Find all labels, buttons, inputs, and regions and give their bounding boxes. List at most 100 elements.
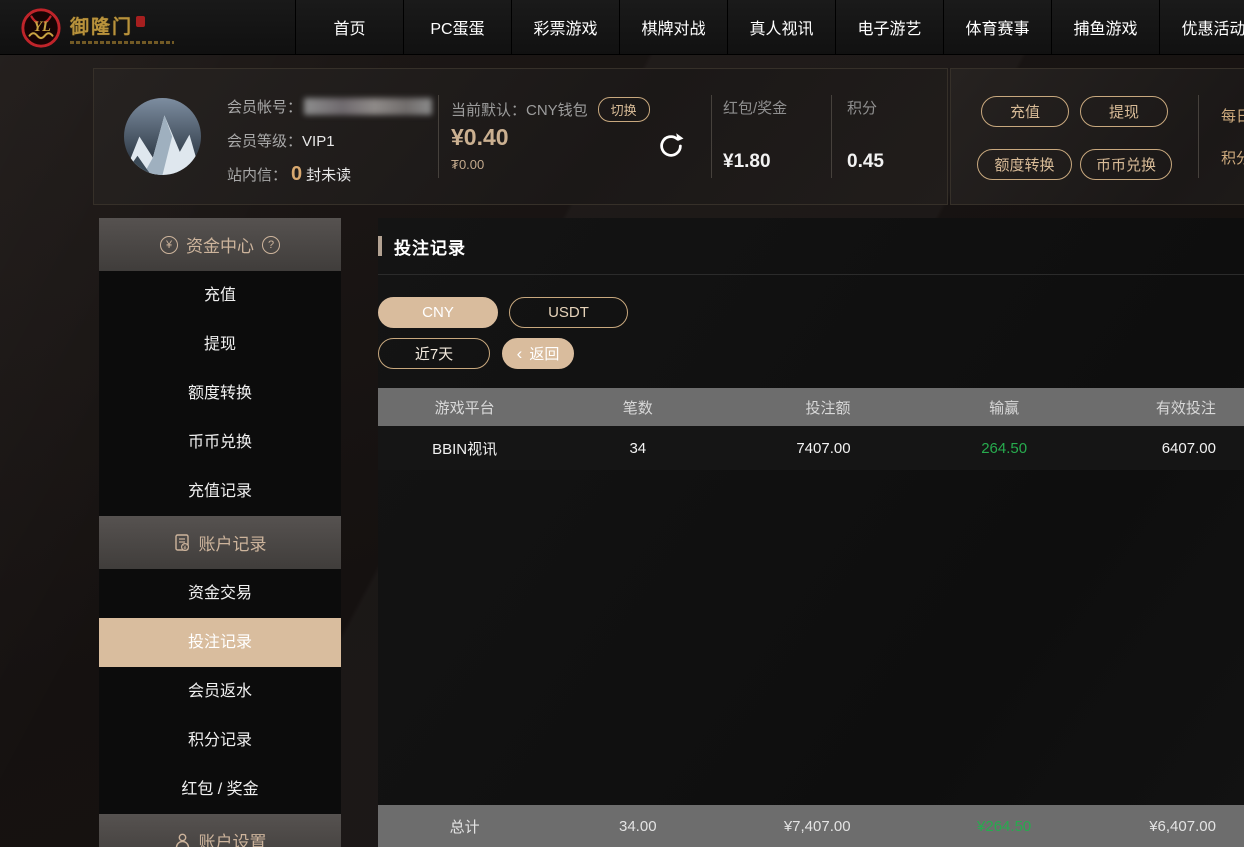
cell-platform: BBIN视讯	[378, 426, 551, 470]
back-button-label: 返回	[529, 343, 559, 364]
cell-win-loss: 264.50	[898, 426, 1071, 470]
level-line: 会员等级：VIP1	[227, 130, 335, 151]
page-root: YL 御隆门 首页 PC蛋蛋 彩票游戏 棋牌对战 真人视讯 电子游艺 体育赛事 …	[0, 0, 1244, 847]
cell-count: 34	[551, 426, 724, 470]
account-value-blurred	[304, 98, 432, 115]
ledger-icon: ¥	[174, 534, 191, 552]
nav-item-slots[interactable]: 电子游艺	[835, 0, 943, 54]
points-value: 0.45	[847, 151, 884, 173]
nav-item-sports[interactable]: 体育赛事	[943, 0, 1051, 54]
page-title: 投注记录	[394, 234, 466, 259]
nav-menu: 首页 PC蛋蛋 彩票游戏 棋牌对战 真人视讯 电子游艺 体育赛事 捕鱼游戏 优惠…	[295, 0, 1244, 54]
help-icon[interactable]: ?	[262, 236, 280, 254]
col-win-loss: 输赢	[898, 388, 1071, 426]
sidebar-item-deposit[interactable]: 充值	[99, 271, 341, 320]
yuan-circle-icon: ¥	[160, 236, 178, 254]
table-row[interactable]: BBIN视讯 34 7407.00 264.50 6407.00	[378, 426, 1244, 470]
cell-bet-amount: 7407.00	[724, 426, 897, 470]
top-navigation: YL 御隆门 首页 PC蛋蛋 彩票游戏 棋牌对战 真人视讯 电子游艺 体育赛事 …	[0, 0, 1244, 55]
user-icon	[174, 832, 191, 847]
account-label: 会员帐号：	[227, 99, 302, 116]
sidebar-item-points-records[interactable]: 积分记录	[99, 716, 341, 765]
level-label: 会员等级：	[227, 133, 302, 150]
nav-item-promotions[interactable]: 优惠活动	[1159, 0, 1244, 54]
col-bet-amount: 投注额	[724, 388, 897, 426]
filter-7days-button[interactable]: 近7天	[378, 338, 490, 369]
sidebar-item-bonus[interactable]: 红包 / 奖金	[99, 765, 341, 814]
points-label: 积分	[847, 97, 877, 118]
divider	[831, 95, 832, 178]
points-text: 积分	[1221, 147, 1244, 168]
refresh-icon	[656, 131, 686, 161]
divider	[438, 95, 439, 178]
sidebar-section-settings[interactable]: 账户设置	[99, 814, 341, 847]
sidebar-section-settings-title: 账户设置	[199, 828, 267, 847]
divider	[711, 95, 712, 178]
inbox-line[interactable]: 站内信：0封未读	[227, 163, 351, 186]
chevron-left-icon: ‹	[517, 345, 523, 362]
exchange-button[interactable]: 币币兑换	[1080, 149, 1172, 180]
bonus-label: 红包/奖金	[723, 97, 787, 118]
member-info-panel: 会员帐号： 会员等级：VIP1 站内信：0封未读 当前默认：CNY钱包 切换 ¥…	[93, 68, 948, 205]
col-count: 笔数	[551, 388, 724, 426]
sidebar-item-transfer[interactable]: 额度转换	[99, 369, 341, 418]
cell-valid-bet: 6407.00	[1071, 426, 1244, 470]
nav-item-lottery[interactable]: 彩票游戏	[511, 0, 619, 54]
summary-win-loss: ¥264.50	[898, 805, 1071, 847]
logo-title: 御隆门	[70, 12, 133, 39]
wallet-switch-button[interactable]: 切换	[598, 97, 650, 122]
avatar-mountain-image	[124, 98, 201, 175]
page-title-row: 投注记录	[378, 218, 1244, 275]
inbox-label: 站内信：	[227, 167, 287, 184]
sidebar-item-deposit-records[interactable]: 充值记录	[99, 467, 341, 516]
sidebar: ¥ 资金中心 ? 充值 提现 额度转换 币币兑换 充值记录 ¥ 账户记录 资金交…	[99, 218, 341, 847]
sidebar-item-exchange[interactable]: 币币兑换	[99, 418, 341, 467]
table-header-row: 游戏平台 笔数 投注额 输赢 有效投注	[378, 388, 1244, 426]
sidebar-item-withdraw[interactable]: 提现	[99, 320, 341, 369]
sidebar-section-records[interactable]: ¥ 账户记录	[99, 516, 341, 569]
summary-valid-bet: ¥6,407.00	[1071, 805, 1244, 847]
wallet-default-label: 当前默认：CNY钱包	[451, 99, 588, 120]
table-summary-row: 总计 34.00 ¥7,407.00 ¥264.50 ¥6,407.00	[378, 805, 1244, 847]
cny-balance: ¥0.40	[451, 124, 509, 151]
bonus-value: ¥1.80	[723, 151, 771, 173]
logo-subtext	[70, 41, 174, 44]
refresh-balance-button[interactable]	[656, 131, 686, 161]
logo-seal-icon	[136, 16, 145, 27]
sidebar-section-records-title: 账户记录	[199, 530, 267, 555]
summary-count: 34.00	[551, 805, 724, 847]
col-valid-bet: 有效投注	[1071, 388, 1244, 426]
withdraw-button[interactable]: 提现	[1080, 96, 1168, 127]
daily-text: 每日	[1221, 105, 1244, 126]
nav-item-pc[interactable]: PC蛋蛋	[403, 0, 511, 54]
site-logo[interactable]: YL 御隆门	[20, 5, 174, 51]
sidebar-item-bet-records[interactable]: 投注记录	[99, 618, 341, 667]
col-game-platform: 游戏平台	[378, 388, 551, 426]
inbox-suffix: 封未读	[306, 167, 351, 184]
divider	[1198, 95, 1199, 178]
nav-item-live-casino[interactable]: 真人视讯	[727, 0, 835, 54]
quick-actions-panel: 充值 提现 额度转换 币币兑换 每日 积分	[950, 68, 1244, 205]
tab-cny[interactable]: CNY	[378, 297, 498, 328]
usdt-balance: ₮0.00	[451, 157, 484, 172]
nav-item-board-games[interactable]: 棋牌对战	[619, 0, 727, 54]
summary-bet-amount: ¥7,407.00	[724, 805, 897, 847]
avatar	[124, 98, 201, 175]
logo-emblem-icon: YL	[20, 7, 62, 49]
main-content: 投注记录 CNY USDT 近7天 ‹ 返回 游戏平台 笔数 投注额 输赢 有效…	[378, 218, 1244, 847]
sidebar-section-funds[interactable]: ¥ 资金中心 ?	[99, 218, 341, 271]
inbox-count: 0	[291, 163, 302, 185]
transfer-button[interactable]: 额度转换	[977, 149, 1072, 180]
nav-item-fishing[interactable]: 捕鱼游戏	[1051, 0, 1159, 54]
back-button[interactable]: ‹ 返回	[502, 338, 574, 369]
title-accent-bar	[378, 236, 382, 256]
sidebar-section-funds-title: 资金中心	[186, 232, 254, 257]
deposit-button[interactable]: 充值	[981, 96, 1069, 127]
level-value: VIP1	[302, 133, 335, 150]
sidebar-item-member-rebate[interactable]: 会员返水	[99, 667, 341, 716]
sidebar-item-fund-transactions[interactable]: 资金交易	[99, 569, 341, 618]
tab-usdt[interactable]: USDT	[509, 297, 628, 328]
wallet-default-row: 当前默认：CNY钱包 切换	[451, 97, 650, 122]
nav-item-home[interactable]: 首页	[295, 0, 403, 54]
account-line: 会员帐号：	[227, 96, 432, 117]
